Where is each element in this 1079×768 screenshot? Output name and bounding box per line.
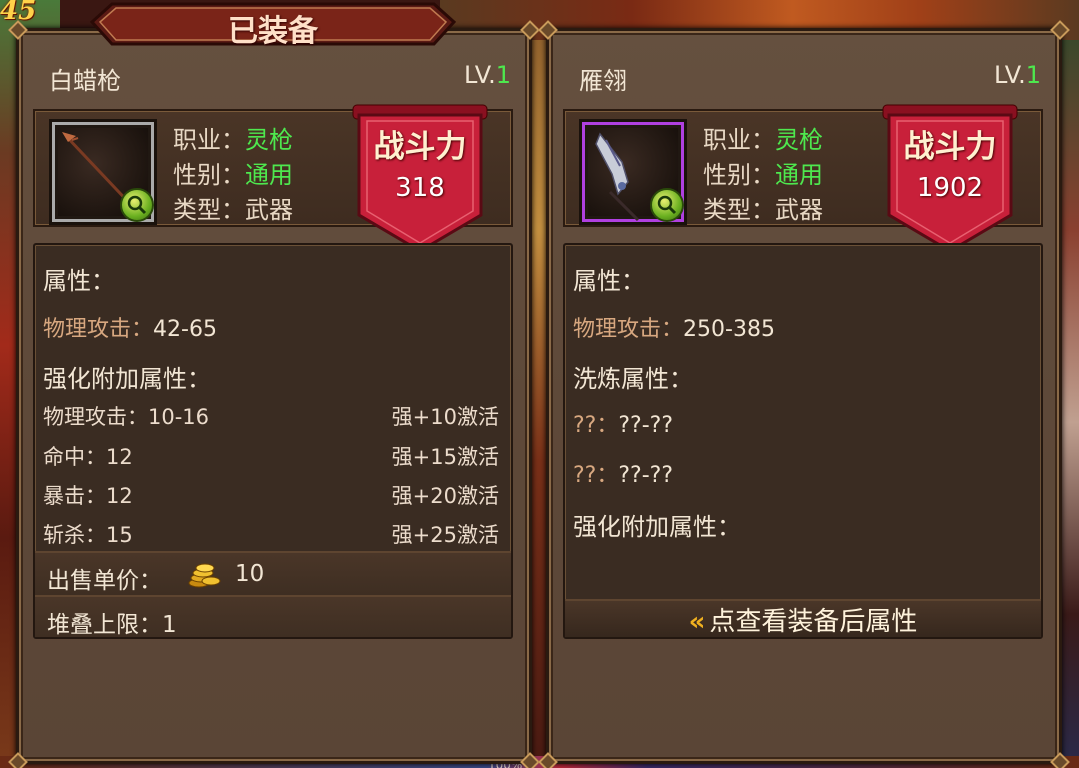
phys-attack-row: 物理攻击：42-65	[43, 317, 217, 342]
refine-section-title: 洗炼属性：	[573, 365, 693, 393]
refine-row: ??：??-??	[573, 413, 674, 438]
combat-power-banner: 战斗力 318	[351, 103, 489, 255]
item-icon-slot[interactable]	[49, 119, 157, 225]
compare-item-panel: 雁翎 LV.1 职业：灵枪 性别：通用 类型：武器 战斗力 1902 属性： 物…	[538, 20, 1070, 768]
enhance-row: 斩杀：15 强+25激活	[43, 523, 499, 547]
panel-title: 已装备	[228, 14, 318, 49]
enhance-section-title: 强化附加属性：	[573, 513, 741, 541]
item-detail-box[interactable]: 属性： 物理攻击：42-65 强化附加属性： 物理攻击：10-16 强+10激活 …	[33, 243, 513, 639]
stack-limit-row: 堆叠上限：1	[35, 595, 511, 637]
item-info-bar: 职业：灵枪 性别：通用 类型：武器 战斗力 1902	[563, 104, 1043, 253]
attr-section-title: 属性：	[573, 267, 645, 295]
item-name: 白蜡枪	[49, 67, 121, 95]
combat-power-value: 1902	[916, 173, 984, 203]
enhance-row: 命中：12 强+15激活	[43, 445, 499, 469]
combat-power-banner: 战斗力 1902	[881, 103, 1019, 255]
item-level: LV.1	[464, 61, 511, 89]
item-detail-box[interactable]: 属性： 物理攻击：250-385 洗炼属性： ??：??-?? ??：??-??…	[563, 243, 1043, 639]
item-basic-attrs: 职业：灵枪 性别：通用 类型：武器	[173, 126, 293, 224]
item-basic-attrs: 职业：灵枪 性别：通用 类型：武器	[703, 126, 823, 224]
enhance-section-title: 强化附加属性：	[43, 365, 211, 393]
item-icon-slot[interactable]	[579, 119, 687, 225]
double-arrow-left-icon: «	[688, 607, 706, 637]
equipped-item-panel: 白蜡枪 LV.1 职业：灵枪 性别：通用 类型：武器 战斗力 318 属性： 物…	[8, 20, 540, 768]
attr-section-title: 属性：	[43, 267, 115, 295]
view-after-equip-button[interactable]: «点查看装备后属性	[565, 599, 1041, 637]
item-name: 雁翎	[579, 67, 627, 95]
panel-title-tab: 已装备	[90, 0, 456, 49]
refine-row: ??：??-??	[573, 463, 674, 488]
detail-scroll-area[interactable]: 属性： 物理攻击：250-385 洗炼属性： ??：??-?? ??：??-??…	[565, 245, 1041, 549]
detail-scroll-area[interactable]: 属性： 物理攻击：42-65 强化附加属性： 物理攻击：10-16 强+10激活 …	[35, 245, 511, 549]
item-level: LV.1	[994, 61, 1041, 89]
combat-power-value: 318	[395, 173, 445, 203]
enhance-row: 暴击：12 强+20激活	[43, 484, 499, 508]
sell-price-row: 出售单价： 10	[35, 551, 511, 595]
coin-icon	[188, 563, 221, 588]
item-info-bar: 职业：灵枪 性别：通用 类型：武器 战斗力 318	[33, 104, 513, 253]
enhance-row: 物理攻击：10-16 强+10激活	[43, 405, 499, 429]
phys-attack-row: 物理攻击：250-385	[573, 317, 775, 342]
sell-price-value: 10	[235, 561, 265, 587]
zoom-icon[interactable]	[650, 188, 684, 222]
zoom-icon[interactable]	[120, 188, 154, 222]
